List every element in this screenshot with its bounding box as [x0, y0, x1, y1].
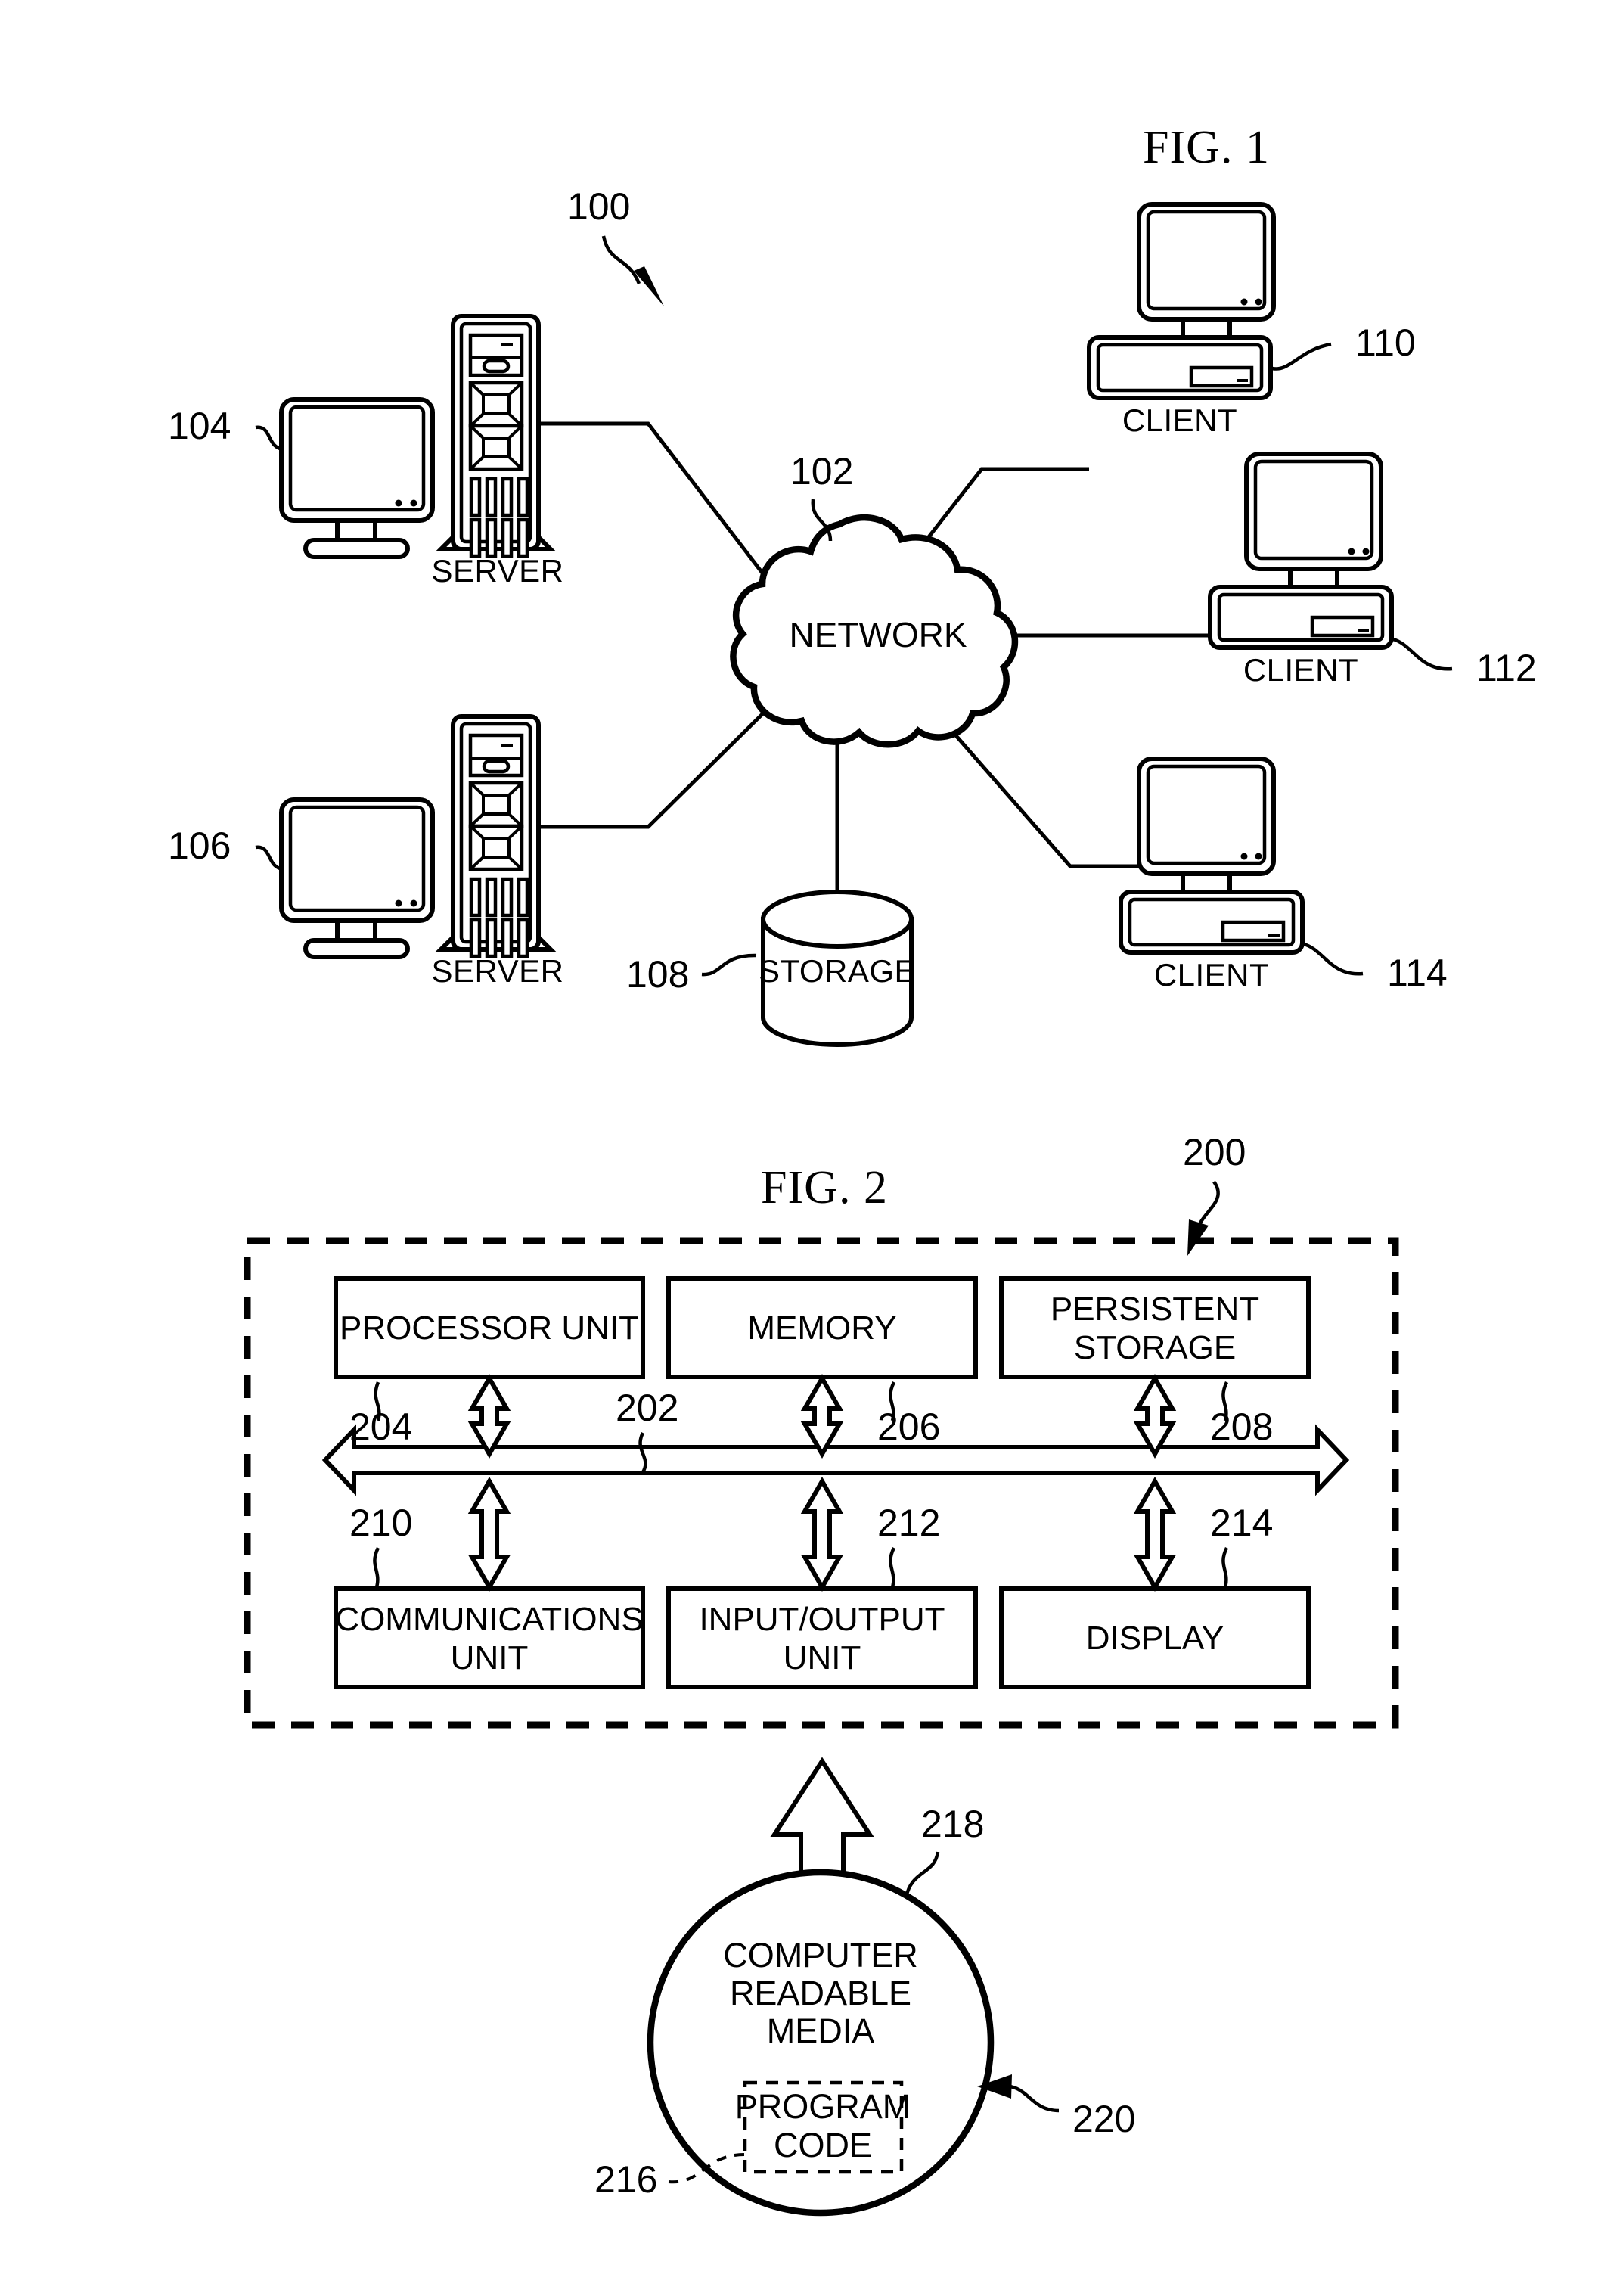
bottom-box-communications-unit[interactable]: COMMUNICATIONS UNIT [334, 1586, 645, 1689]
ref-114-label: 114 [1387, 952, 1448, 994]
ref-220-label: 220 [1072, 2098, 1135, 2140]
program-code-label-line2: CODE [774, 2126, 872, 2164]
computer-readable-media[interactable]: COMPUTER READABLE MEDIA PROGRAM CODE [647, 1869, 995, 2217]
ref-200-label: 200 [1183, 1131, 1246, 1173]
input-output-unit-label-line2: UNIT [784, 1639, 861, 1676]
top-box-persistent-storage[interactable]: PERSISTENT STORAGE [999, 1276, 1311, 1379]
ref-206-label: 206 [877, 1406, 940, 1448]
communications-unit-label-line2: UNIT [451, 1639, 529, 1676]
fig2-title: FIG. 2 [761, 1162, 888, 1213]
client-112-label: CLIENT [1243, 652, 1358, 688]
storage-label: STORAGE [759, 953, 916, 989]
ref-108-label: 108 [626, 953, 689, 996]
bottom-box-display[interactable]: DISPLAY [999, 1586, 1311, 1689]
ref-218-label: 218 [921, 1803, 984, 1845]
ref-100-label: 100 [567, 185, 630, 228]
patent-drawing-sheet: FIG. 1 100 SERVER 104 SERVER 106 NETWORK… [0, 0, 1620, 2296]
ref-102-label: 102 [790, 450, 853, 492]
crm-label-line3: MEDIA [767, 2012, 875, 2050]
crm-label-line1: COMPUTER [723, 1936, 918, 1974]
ref-204-label: 204 [349, 1406, 412, 1448]
client-114-icon [1119, 757, 1305, 955]
network-label: NETWORK [789, 615, 967, 654]
server-104-tower-icon [435, 314, 557, 558]
top-box-processor-unit[interactable]: PROCESSOR UNIT [334, 1276, 645, 1379]
ref-210-label: 210 [349, 1502, 412, 1544]
program-code-label-line1: PROGRAM [735, 2087, 911, 2126]
ref-216-label: 216 [594, 2158, 657, 2201]
client-114-label: CLIENT [1154, 957, 1269, 993]
persistent-storage-label-line2: STORAGE [1074, 1329, 1236, 1366]
ref-110-label: 110 [1355, 322, 1416, 364]
communications-unit-label-line1: COMMUNICATIONS [335, 1601, 643, 1638]
ref-104-label: 104 [168, 405, 231, 447]
server-106-label: SERVER [432, 953, 564, 989]
ref-212-label: 212 [877, 1502, 940, 1544]
fig1-title: FIG. 1 [1143, 122, 1270, 173]
crm-label-line2: READABLE [730, 1974, 911, 2012]
bottom-box-input-output-unit[interactable]: INPUT/OUTPUT UNIT [666, 1586, 978, 1689]
input-output-unit-label-line1: INPUT/OUTPUT [699, 1601, 945, 1638]
ref-202-label: 202 [616, 1387, 678, 1429]
top-box-memory[interactable]: MEMORY [666, 1276, 978, 1379]
client-110-label: CLIENT [1122, 402, 1237, 438]
ref-106-label: 106 [168, 825, 231, 867]
server-104-label: SERVER [432, 553, 564, 589]
ref-112-label: 112 [1476, 647, 1537, 689]
ref-214-label: 214 [1210, 1502, 1273, 1544]
persistent-storage-label-line1: PERSISTENT [1051, 1291, 1259, 1328]
processor-unit-label: PROCESSOR UNIT [340, 1310, 639, 1347]
ref-208-label: 208 [1210, 1406, 1273, 1448]
display-label: DISPLAY [1086, 1620, 1224, 1657]
memory-label: MEMORY [747, 1310, 896, 1347]
server-106-tower-icon [435, 714, 557, 958]
